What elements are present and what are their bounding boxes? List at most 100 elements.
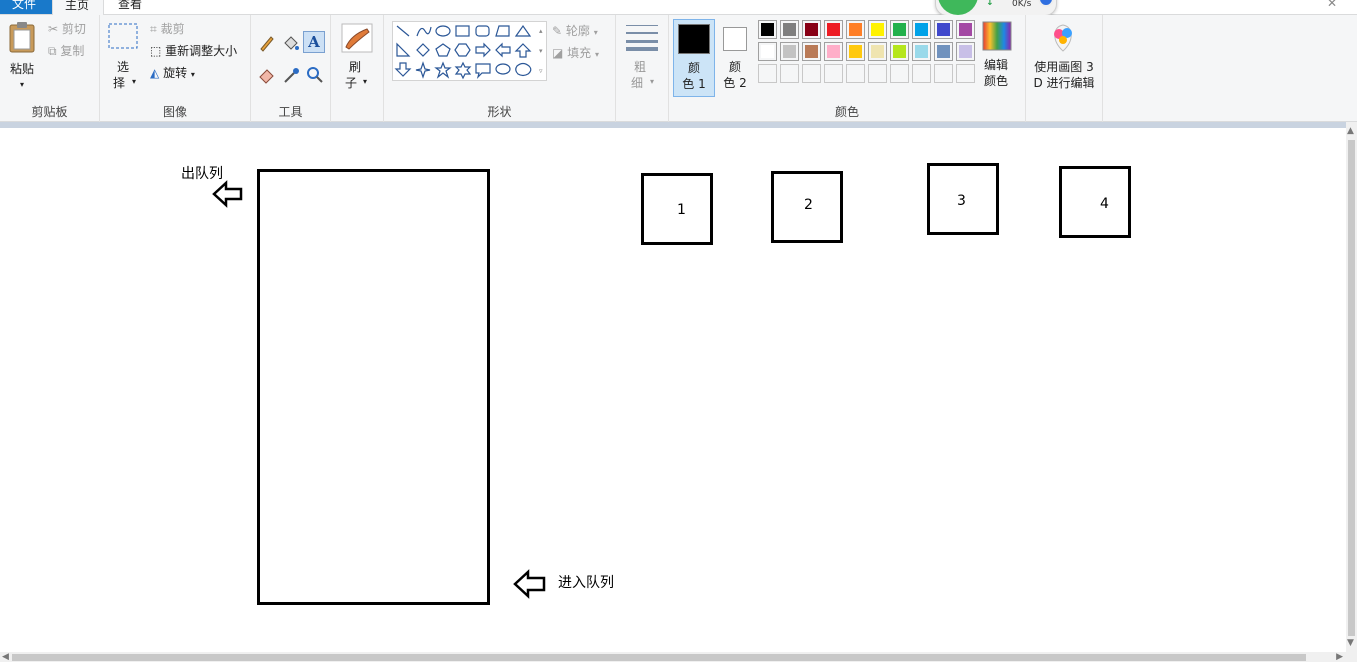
color-swatch[interactable] <box>912 20 931 39</box>
edit-colors-label-b: 颜色 <box>983 74 1008 88</box>
crop-button[interactable]: ⌗ 裁剪 <box>150 19 185 39</box>
box-number: 4 <box>1100 196 1109 212</box>
horizontal-scroll-thumb[interactable] <box>12 654 1306 661</box>
color-swatch[interactable] <box>912 42 931 61</box>
empty-color-swatch[interactable] <box>956 64 975 83</box>
magnifier-icon[interactable] <box>305 65 325 85</box>
color2-button[interactable]: 颜 色 2 <box>717 19 755 97</box>
paint3d-label-line1: 使用画图 3 <box>1034 60 1094 74</box>
empty-color-swatch[interactable] <box>846 64 865 83</box>
empty-color-swatch[interactable] <box>758 64 777 83</box>
group-tools: A 工具 <box>251 15 331 122</box>
color-swatch[interactable] <box>824 20 843 39</box>
cut-button[interactable]: ✂ 剪切 <box>48 19 86 39</box>
outline-button[interactable]: ✎ 轮廓 ▾ <box>552 21 598 41</box>
color-swatch[interactable] <box>802 42 821 61</box>
oval-callout-shape-icon <box>495 63 511 75</box>
paste-dropdown-icon[interactable]: ▾ <box>4 77 40 93</box>
empty-color-swatch[interactable] <box>780 64 799 83</box>
eraser-icon[interactable] <box>257 65 277 85</box>
rotate-button[interactable]: ◭ 旋转 ▾ <box>150 63 195 83</box>
paint3d-label-line2: D 进行编辑 <box>1033 76 1095 90</box>
vertical-scroll-thumb[interactable] <box>1348 140 1355 636</box>
color-swatch[interactable] <box>780 42 799 61</box>
color-swatch[interactable] <box>846 42 865 61</box>
size-button[interactable]: 粗 细 ▾ <box>624 21 660 95</box>
paint3d-button[interactable]: 使用画图 3 D 进行编辑 <box>1028 19 1100 97</box>
size-label-b: 细 <box>630 76 643 90</box>
empty-color-swatch[interactable] <box>934 64 953 83</box>
brush-dropdown-icon: ▾ <box>363 77 368 86</box>
color-swatch-fill <box>827 23 840 36</box>
fill-bucket-icon[interactable] <box>281 33 301 53</box>
scroll-right-icon[interactable]: ▶ <box>1336 652 1343 662</box>
clipboard-group-label: 剪贴板 <box>31 105 68 119</box>
enqueue-arrow-icon <box>513 569 546 599</box>
color-swatch[interactable] <box>890 20 909 39</box>
color-picker-icon[interactable] <box>281 65 301 85</box>
select-button[interactable]: 选 择 ▾ <box>106 21 140 95</box>
color-swatch-fill <box>915 23 928 36</box>
polygon-shape-icon <box>495 25 510 37</box>
copy-icon: ⧉ <box>48 44 57 58</box>
rainbow-palette-icon <box>982 21 1012 51</box>
network-speed-widget[interactable]: ↓ 0K/s <box>935 0 1057 16</box>
edit-colors-button[interactable]: 编辑 颜色 <box>980 19 1020 97</box>
color-swatch[interactable] <box>868 20 887 39</box>
text-tool-icon[interactable]: A <box>303 31 325 53</box>
color-swatch[interactable] <box>802 20 821 39</box>
color-swatch[interactable] <box>758 20 777 39</box>
queue-element-box: 4 <box>1059 166 1131 238</box>
color-swatch[interactable] <box>934 42 953 61</box>
empty-color-swatch[interactable] <box>912 64 931 83</box>
crop-label: 裁剪 <box>160 22 185 36</box>
color-swatch[interactable] <box>956 42 975 61</box>
color-swatch[interactable] <box>956 20 975 39</box>
tab-file[interactable]: 文件 <box>0 0 52 14</box>
scroll-left-icon[interactable]: ◀ <box>2 652 9 662</box>
empty-color-swatch[interactable] <box>890 64 909 83</box>
group-image: 选 择 ▾ ⌗ 裁剪 ⬚ 重新调整大小 ◭ 旋转 ▾ 图像 <box>100 15 251 122</box>
empty-color-swatch[interactable] <box>824 64 843 83</box>
cloud-callout-shape-icon <box>515 62 532 77</box>
color1-button[interactable]: 颜 色 1 <box>673 19 715 97</box>
color1-swatch <box>678 24 710 54</box>
scroll-down-icon[interactable]: ▼ <box>1347 638 1354 648</box>
horizontal-scrollbar[interactable]: ◀ ▶ <box>0 652 1357 662</box>
color-swatch[interactable] <box>890 42 909 61</box>
color-swatch[interactable] <box>868 42 887 61</box>
empty-color-swatch[interactable] <box>868 64 887 83</box>
vertical-scrollbar[interactable]: ▲ ▼ <box>1346 122 1357 652</box>
fill-button[interactable]: ◪ 填充 ▾ <box>552 43 599 63</box>
tab-home[interactable]: 主页 <box>52 0 104 16</box>
line-width-icon <box>626 25 658 51</box>
color-swatch-fill <box>871 23 884 36</box>
ribbon: 粘贴 ▾ ✂ 剪切 ⧉ 复制 剪贴板 选 择 ▾ ⌗ 裁剪 ⬚ 重新调整大小 ◭… <box>0 15 1357 122</box>
tab-view[interactable]: 查看 <box>106 0 154 14</box>
color-swatch[interactable] <box>934 20 953 39</box>
empty-color-swatch[interactable] <box>802 64 821 83</box>
color-swatch[interactable] <box>780 20 799 39</box>
color-swatch[interactable] <box>824 42 843 61</box>
outline-dropdown-icon: ▾ <box>593 28 598 37</box>
brush-button[interactable]: 刷 子 ▾ <box>339 21 375 95</box>
color-swatch-fill <box>783 45 796 58</box>
paste-button[interactable]: 粘贴 ▾ <box>4 19 40 95</box>
copy-button[interactable]: ⧉ 复制 <box>48 41 84 61</box>
color-swatch-fill <box>849 23 862 36</box>
color-swatch-fill <box>937 45 950 58</box>
image-group-label: 图像 <box>162 105 187 119</box>
queue-element-box: 3 <box>927 163 999 235</box>
scroll-up-icon[interactable]: ▲ <box>1347 126 1354 136</box>
resize-button[interactable]: ⬚ 重新调整大小 <box>150 41 237 61</box>
color-swatch-fill <box>959 45 972 58</box>
color-swatch[interactable] <box>846 20 865 39</box>
close-icon[interactable]: ✕ <box>1327 0 1337 10</box>
brush-icon <box>341 23 373 53</box>
color-swatch[interactable] <box>758 42 777 61</box>
pencil-icon[interactable] <box>257 33 277 53</box>
size-label-a: 粗 <box>633 60 646 74</box>
select-dropdown-icon[interactable]: ▾ <box>132 77 136 86</box>
shapes-group-label: 形状 <box>487 105 512 119</box>
drawing-canvas[interactable]: 出队列 进入队列 1 2 3 4 <box>0 128 1346 652</box>
